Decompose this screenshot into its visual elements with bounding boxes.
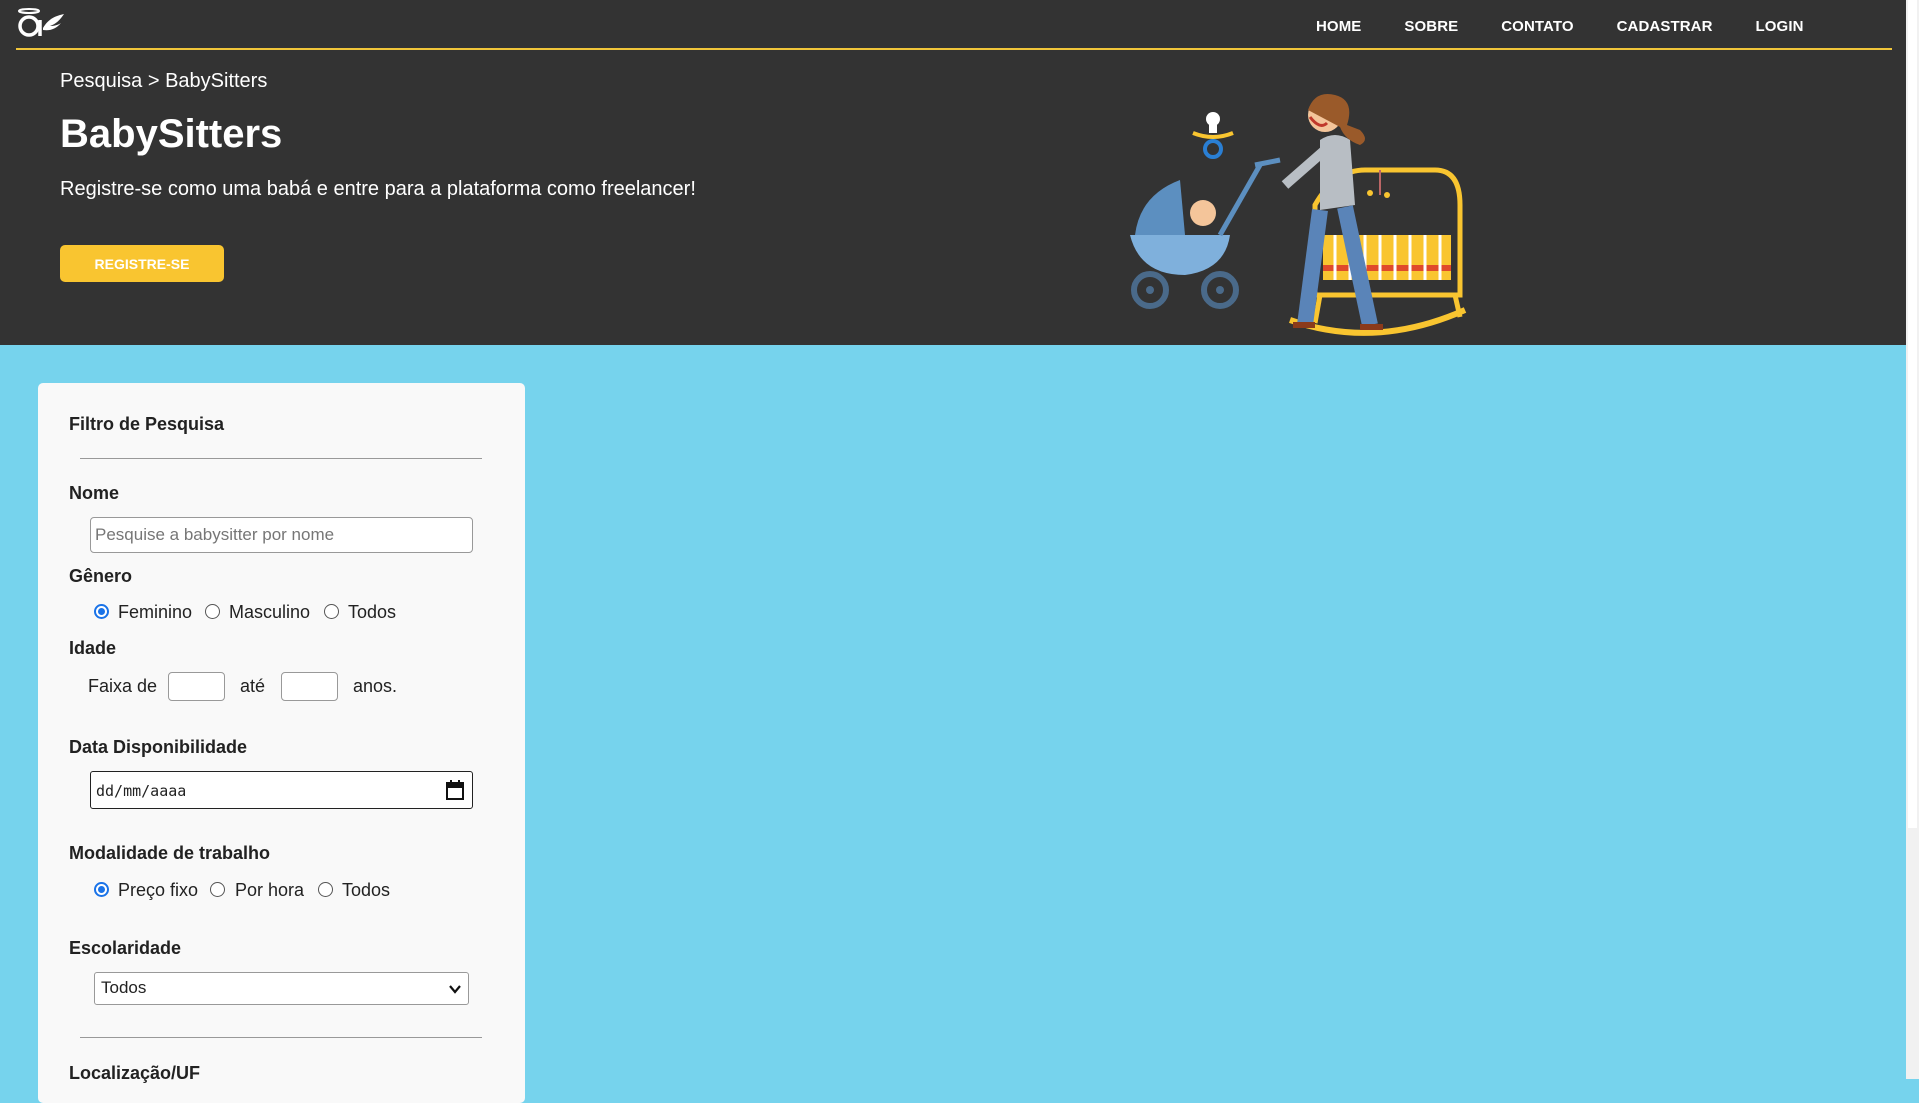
gender-masculino-radio[interactable] (205, 604, 220, 619)
nav-divider (16, 48, 1892, 50)
work-fixed-radio[interactable] (94, 882, 109, 897)
education-label: Escolaridade (69, 938, 182, 958)
hero-banner: HOME SOBRE CONTATO CADASTRAR LOGIN Pesqu… (0, 0, 1906, 345)
education-selected-value: Todos (101, 978, 147, 997)
nav-cadastrar-link[interactable]: CADASTRAR (1617, 18, 1713, 35)
age-mid-text: até (240, 676, 266, 696)
date-label: Data Disponibilidade (69, 737, 248, 757)
work-mode-label: Modalidade de trabalho (69, 843, 271, 863)
age-suffix-text: anos. (353, 676, 398, 696)
page-subtitle: Registre-se como uma babá e entre para a… (60, 178, 696, 200)
gender-feminino-label: Feminino (118, 602, 193, 622)
logo-icon[interactable] (16, 8, 66, 40)
work-fixed-label: Preço fixo (118, 880, 199, 900)
register-button[interactable]: REGISTRE-SE (60, 245, 224, 282)
woman-figure (1281, 94, 1383, 330)
stroller-icon (1130, 157, 1281, 309)
nav-contato-link[interactable]: CONTATO (1501, 18, 1573, 35)
chevron-down-icon (449, 985, 461, 994)
location-label: Localização/UF (69, 1063, 201, 1083)
scrollbar-thumb[interactable] (1908, 0, 1917, 828)
age-prefix-text: Faixa de (88, 676, 158, 696)
gender-label: Gênero (69, 566, 133, 586)
main-nav: HOME SOBRE CONTATO CADASTRAR LOGIN (1316, 18, 1847, 35)
name-search-input[interactable] (90, 517, 473, 553)
pacifier-icon (1192, 112, 1234, 159)
age-max-input[interactable] (281, 672, 338, 701)
gender-masculino-label: Masculino (229, 602, 311, 622)
date-placeholder: dd/mm/aaaa (96, 782, 187, 800)
work-hourly-radio[interactable] (210, 882, 225, 897)
scrollbar[interactable] (1906, 0, 1919, 1079)
calendar-icon[interactable] (446, 780, 464, 800)
age-label: Idade (69, 638, 117, 658)
filter-divider-bottom (80, 1037, 482, 1038)
work-all-radio[interactable] (318, 882, 333, 897)
name-label: Nome (69, 483, 120, 503)
breadcrumb: Pesquisa > BabySitters (60, 70, 268, 92)
gender-todos-radio[interactable] (324, 604, 339, 619)
gender-todos-label: Todos (348, 602, 397, 622)
nav-sobre-link[interactable]: SOBRE (1404, 18, 1458, 35)
work-all-label: Todos (342, 880, 391, 900)
gender-feminino-radio[interactable] (94, 604, 109, 619)
age-min-input[interactable] (168, 672, 225, 701)
nav-home-link[interactable]: HOME (1316, 18, 1361, 35)
search-filter-panel: Filtro de Pesquisa Nome Gênero Feminino … (38, 383, 525, 1103)
page-title: BabySitters (60, 112, 283, 156)
filter-title: Filtro de Pesquisa (69, 414, 225, 434)
nav-login-link[interactable]: LOGIN (1756, 18, 1804, 35)
work-hourly-label: Por hora (235, 880, 305, 900)
date-availability-input[interactable]: dd/mm/aaaa (90, 771, 473, 809)
babysitter-illustration (1130, 94, 1467, 336)
filter-divider-top (80, 458, 482, 459)
education-select[interactable]: Todos (94, 972, 469, 1005)
